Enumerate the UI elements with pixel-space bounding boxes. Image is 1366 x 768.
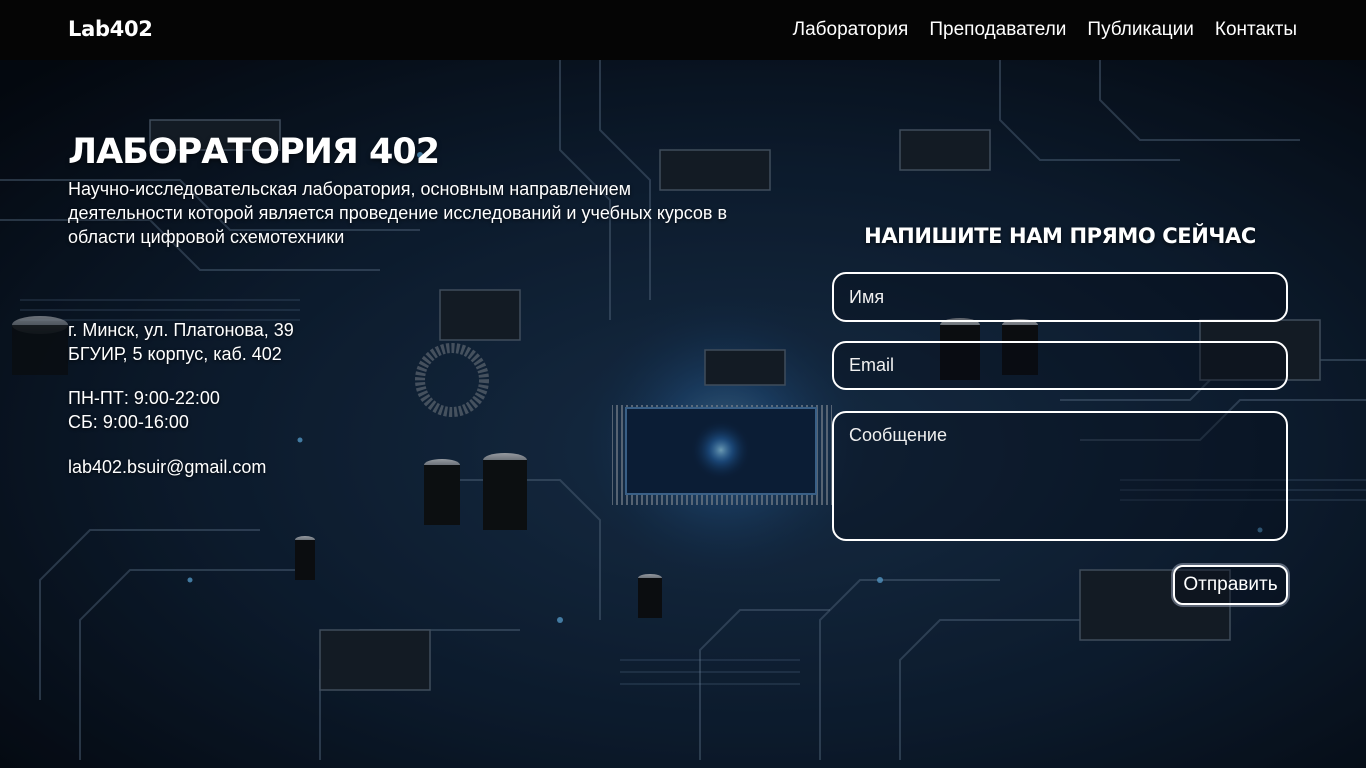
site-logo[interactable]: Lab402 <box>68 17 153 41</box>
address-block: г. Минск, ул. Платонова, 39 БГУИР, 5 кор… <box>68 318 294 366</box>
hours-block: ПН-ПТ: 9:00-22:00 СБ: 9:00-16:00 <box>68 386 220 434</box>
name-input[interactable] <box>832 272 1288 322</box>
message-textarea[interactable] <box>832 411 1288 541</box>
hours-weekdays: ПН-ПТ: 9:00-22:00 <box>68 388 220 408</box>
contact-form-title: НАПИШИТЕ НАМ ПРЯМО СЕЙЧАС <box>864 224 1256 248</box>
main-nav: Лаборатория Преподаватели Публикации Кон… <box>793 19 1297 41</box>
lab-description: Научно-исследовательская лаборатория, ос… <box>68 179 728 247</box>
nav-item-teachers[interactable]: Преподаватели <box>929 19 1066 41</box>
email-block: lab402.bsuir@gmail.com <box>68 455 266 479</box>
email-input[interactable] <box>832 341 1288 390</box>
send-button[interactable]: Отправить <box>1173 565 1288 605</box>
nav-item-contacts[interactable]: Контакты <box>1215 19 1297 41</box>
hours-saturday: СБ: 9:00-16:00 <box>68 412 189 432</box>
contact-email: lab402.bsuir@gmail.com <box>68 457 267 477</box>
nav-item-laboratory[interactable]: Лаборатория <box>793 19 909 41</box>
address-street: г. Минск, ул. Платонова, 39 <box>68 320 294 340</box>
top-navbar: Lab402 Лаборатория Преподаватели Публика… <box>0 0 1366 60</box>
address-room: БГУИР, 5 корпус, каб. 402 <box>68 344 282 364</box>
hero-section: ЛАБОРАТОРИЯ 402 Научно-исследовательская… <box>0 60 1366 768</box>
page-title: ЛАБОРАТОРИЯ 402 <box>68 132 440 172</box>
nav-item-publications[interactable]: Публикации <box>1087 19 1194 41</box>
